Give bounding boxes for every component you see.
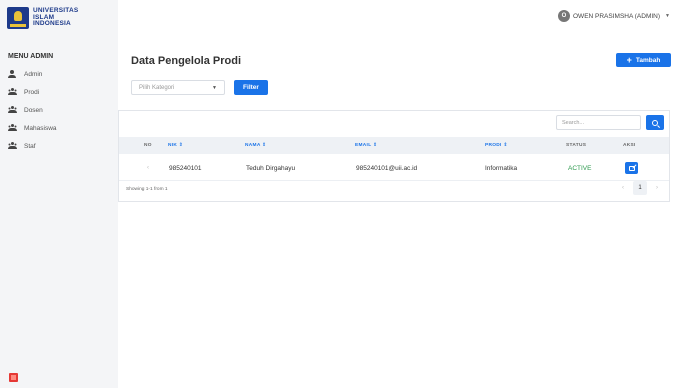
add-button[interactable]: + Tambah [616,53,671,67]
cell-prodi: Informatika [485,165,518,172]
filter-button[interactable]: Filter [234,80,268,95]
category-select[interactable]: Pilih Kategori ▼ [131,80,225,95]
users-icon [8,142,17,150]
sidebar-item-label: Mahasiswa [24,124,57,132]
page-title: Data Pengelola Prodi [131,55,242,67]
sidebar-item-admin[interactable]: Admin [8,68,42,80]
edit-icon [628,165,635,171]
university-logo[interactable]: UNIVERSITAS ISLAM INDONESIA [7,6,97,30]
search-button[interactable] [646,115,664,130]
pagination: ‹ 1 › [616,181,664,195]
pagination-prev-button[interactable]: ‹ [616,181,630,195]
header-no: NO [144,143,152,148]
search-icon [652,119,658,126]
users-icon [8,124,17,132]
table-row: ‹ 985240101 Teduh Dirgahayu 985240101@ui… [119,155,669,181]
chevron-down-icon: ▼ [665,13,670,19]
users-icon [8,88,17,96]
app-badge-icon [9,373,18,382]
search-input[interactable]: Search... [556,115,641,130]
user-name: OWEN PRASIMSHA (ADMIN) [573,12,661,20]
header-status: STATUS [566,143,587,148]
header-prodi[interactable]: PRODI ⇕ [485,143,508,148]
header-nik[interactable]: NIK ⇕ [168,143,183,148]
sidebar-item-mahasiswa[interactable]: Mahasiswa [8,122,57,134]
logo-text: UNIVERSITAS ISLAM INDONESIA [33,8,78,28]
cell-nik: 985240101 [169,165,202,172]
sidebar: UNIVERSITAS ISLAM INDONESIA MENU ADMIN A… [0,0,118,388]
user-icon [8,70,17,78]
cell-nama: Teduh Dirgahayu [246,165,296,172]
status-badge: ACTIVE [568,165,592,172]
users-icon [8,106,17,114]
chevron-down-icon: ▼ [212,84,217,91]
sidebar-item-label: Admin [24,70,43,78]
sidebar-item-label: Staf [24,142,36,150]
header-nama[interactable]: NAMA ⇕ [245,143,266,148]
edit-button[interactable] [625,162,638,174]
category-select-value: Pilih Kategori [139,84,175,91]
plus-icon: + [626,54,632,65]
sidebar-item-label: Prodi [24,88,40,96]
sidebar-item-label: Dosen [24,106,43,114]
user-menu[interactable]: O OWEN PRASIMSHA (ADMIN) ▼ [558,9,670,23]
pagination-page-1[interactable]: 1 [633,181,647,195]
table-info: Showing 1-1 from 1 [126,187,168,192]
logo-line-3: INDONESIA [33,20,71,28]
sidebar-item-dosen[interactable]: Dosen [8,104,43,116]
sidebar-item-staf[interactable]: Staf [8,140,36,152]
university-emblem-icon [7,7,29,29]
search-placeholder: Search... [562,119,585,126]
menu-title: MENU ADMIN [8,53,54,60]
pagination-next-button[interactable]: › [650,181,664,195]
avatar: O [558,10,570,22]
cell-email: 985240101@uii.ac.id [356,165,418,172]
sidebar-item-prodi[interactable]: Prodi [8,86,39,98]
header-email[interactable]: EMAIL ⇕ [355,143,377,148]
row-expand-icon[interactable]: ‹ [147,165,149,171]
table-header: NO NIK ⇕ NAMA ⇕ EMAIL ⇕ PRODI ⇕ STATUS A… [119,137,669,154]
header-aksi: AKSI [623,143,636,148]
add-button-label: Tambah [635,56,661,64]
